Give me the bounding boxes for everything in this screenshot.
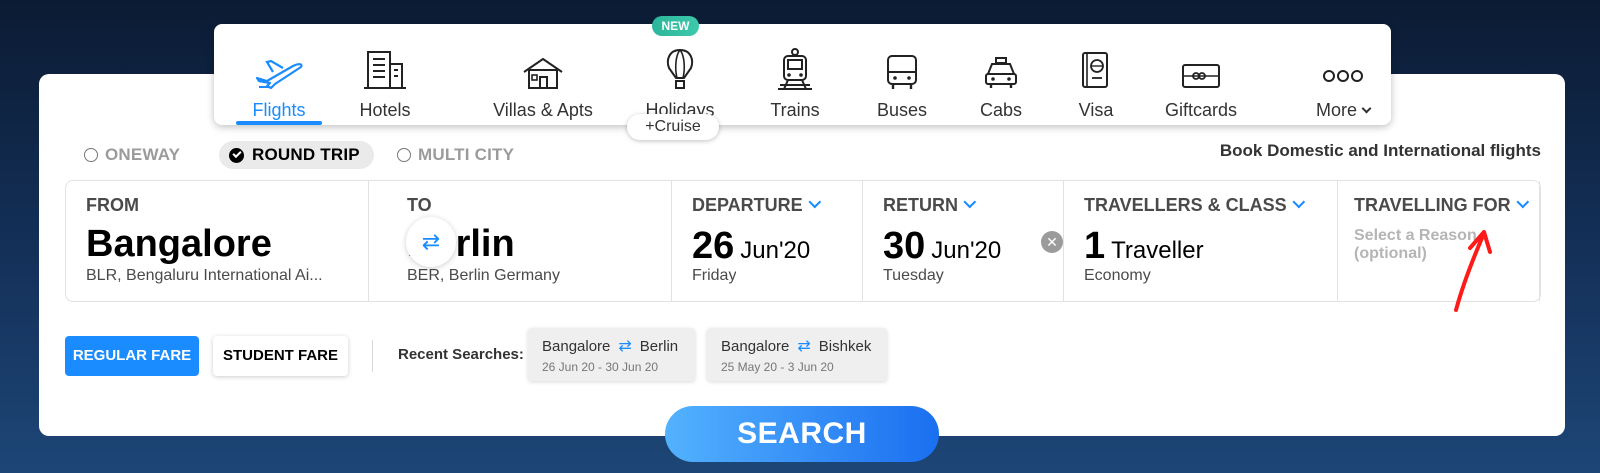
- plane-icon: [252, 40, 306, 90]
- return-month: Jun'20: [931, 237, 1002, 264]
- radio-icon: [84, 148, 98, 162]
- train-icon: [768, 40, 822, 90]
- bus-icon: [875, 40, 929, 90]
- from-caption: FROM: [86, 195, 139, 215]
- swap-arrows-icon: ⇄: [797, 338, 811, 355]
- nav-label-villas: Villas & Apts: [493, 100, 593, 120]
- trip-roundtrip-label: ROUND TRIP: [252, 145, 360, 164]
- departure-month: Jun'20: [740, 237, 811, 264]
- balloon-icon: [653, 40, 707, 90]
- travelling-for-caption: TRAVELLING FOR: [1354, 195, 1529, 216]
- recent-dates: 25 May 20 - 3 Jun 20: [721, 360, 834, 374]
- recent-search-item[interactable]: Bangalore ⇄ Berlin 26 Jun 20 - 30 Jun 20: [528, 328, 695, 381]
- recent-search-item[interactable]: Bangalore ⇄ Bishkek 25 May 20 - 3 Jun 20: [707, 328, 887, 381]
- new-badge: NEW: [652, 16, 699, 36]
- chevron-down-icon: [1516, 195, 1529, 209]
- nav-label-trains: Trains: [770, 100, 820, 120]
- book-domestic-text: Book Domestic and International flights: [1219, 141, 1541, 160]
- trip-multicity[interactable]: MULTI CITY: [397, 141, 514, 169]
- to-detail: BER, Berlin Germany: [407, 267, 560, 284]
- nav-item-visa[interactable]: Visa: [1074, 24, 1118, 125]
- from-city: Bangalore: [86, 223, 272, 265]
- from-detail: BLR, Bengaluru International Ai...: [86, 267, 323, 284]
- passport-icon: [1069, 40, 1123, 90]
- nav-label-flights: Flights: [252, 100, 306, 120]
- nav-label-visa: Visa: [1078, 100, 1114, 120]
- cruise-pill[interactable]: +Cruise: [627, 114, 719, 140]
- swap-icon[interactable]: ⇄: [406, 217, 456, 267]
- swap-arrows-icon: ⇄: [618, 338, 632, 355]
- nav-label-giftcards: Giftcards: [1164, 100, 1238, 120]
- travellers-field[interactable]: TRAVELLERS & CLASS 1 Traveller Economy: [1064, 181, 1338, 301]
- return-caption: RETURN: [883, 195, 977, 216]
- house-icon: [516, 40, 570, 90]
- chevron-down-icon: [1361, 103, 1372, 114]
- nav-label-more: More: [1316, 100, 1372, 121]
- student-fare-button[interactable]: STUDENT FARE: [213, 336, 348, 376]
- trip-multicity-label: MULTI CITY: [418, 145, 515, 164]
- nav-item-hotels[interactable]: Hotels: [354, 24, 416, 125]
- recent-to: Bishkek: [818, 337, 872, 355]
- nav-item-villas[interactable]: Villas & Apts: [478, 24, 608, 125]
- search-button[interactable]: SEARCH: [665, 406, 939, 462]
- traveller-count: 1: [1084, 225, 1106, 267]
- departure-caption: DEPARTURE: [692, 195, 821, 216]
- traveller-unit: Traveller: [1111, 237, 1204, 264]
- recent-dates: 26 Jun 20 - 30 Jun 20: [542, 360, 659, 374]
- chevron-down-icon: [963, 195, 977, 209]
- departure-field[interactable]: DEPARTURE 26 Jun'20 Friday: [672, 181, 863, 301]
- recent-searches-label: Recent Searches:: [398, 346, 524, 363]
- nav-item-trains[interactable]: Trains: [762, 24, 828, 125]
- nav-item-more[interactable]: More: [1310, 24, 1376, 125]
- building-icon: [358, 40, 412, 90]
- regular-fare-button[interactable]: REGULAR FARE: [65, 336, 199, 376]
- recent-from: Bangalore: [721, 337, 790, 355]
- departure-day: 26: [692, 225, 735, 267]
- chevron-down-icon: [808, 195, 821, 209]
- annotation-arrow-icon: [1454, 230, 1492, 312]
- travellers-caption: TRAVELLERS & CLASS: [1084, 195, 1305, 216]
- product-nav: Flights Hotels Villas & Apts Holidays Tr…: [214, 24, 1391, 125]
- search-widget: FROM Bangalore BLR, Bengaluru Internatio…: [65, 180, 1541, 302]
- travelling-for-field[interactable]: TRAVELLING FOR Select a Reason (optional): [1338, 181, 1540, 301]
- nav-item-cabs[interactable]: Cabs: [976, 24, 1026, 125]
- nav-label-cabs: Cabs: [979, 100, 1023, 120]
- departure-weekday: Friday: [692, 267, 737, 284]
- nav-label-buses: Buses: [876, 100, 928, 120]
- nav-item-buses[interactable]: Buses: [872, 24, 932, 125]
- travel-class: Economy: [1084, 267, 1151, 284]
- nav-label-hotels: Hotels: [359, 100, 411, 120]
- check-circle-icon: [229, 147, 244, 163]
- close-icon[interactable]: ✕: [1041, 231, 1063, 253]
- divider: [372, 340, 373, 372]
- giftcard-icon: [1174, 40, 1228, 90]
- recent-to: Berlin: [639, 337, 679, 355]
- trip-roundtrip[interactable]: ROUND TRIP: [219, 141, 374, 169]
- radio-icon: [397, 148, 411, 162]
- return-weekday: Tuesday: [883, 267, 944, 284]
- from-field[interactable]: FROM Bangalore BLR, Bengaluru Internatio…: [66, 181, 369, 301]
- cab-icon: [974, 40, 1028, 90]
- nav-item-giftcards[interactable]: Giftcards: [1164, 24, 1238, 125]
- to-caption: TO: [407, 195, 432, 215]
- trip-oneway[interactable]: ONEWAY: [84, 141, 180, 169]
- nav-item-holidays[interactable]: Holidays: [634, 24, 726, 125]
- more-dots-icon: [1316, 40, 1370, 90]
- return-field[interactable]: RETURN 30 Jun'20 Tuesday ✕: [863, 181, 1064, 301]
- return-day: 30: [883, 225, 926, 267]
- recent-from: Bangalore: [542, 337, 611, 355]
- chevron-down-icon: [1292, 195, 1305, 209]
- trip-oneway-label: ONEWAY: [105, 145, 181, 164]
- nav-item-flights[interactable]: Flights: [236, 24, 322, 125]
